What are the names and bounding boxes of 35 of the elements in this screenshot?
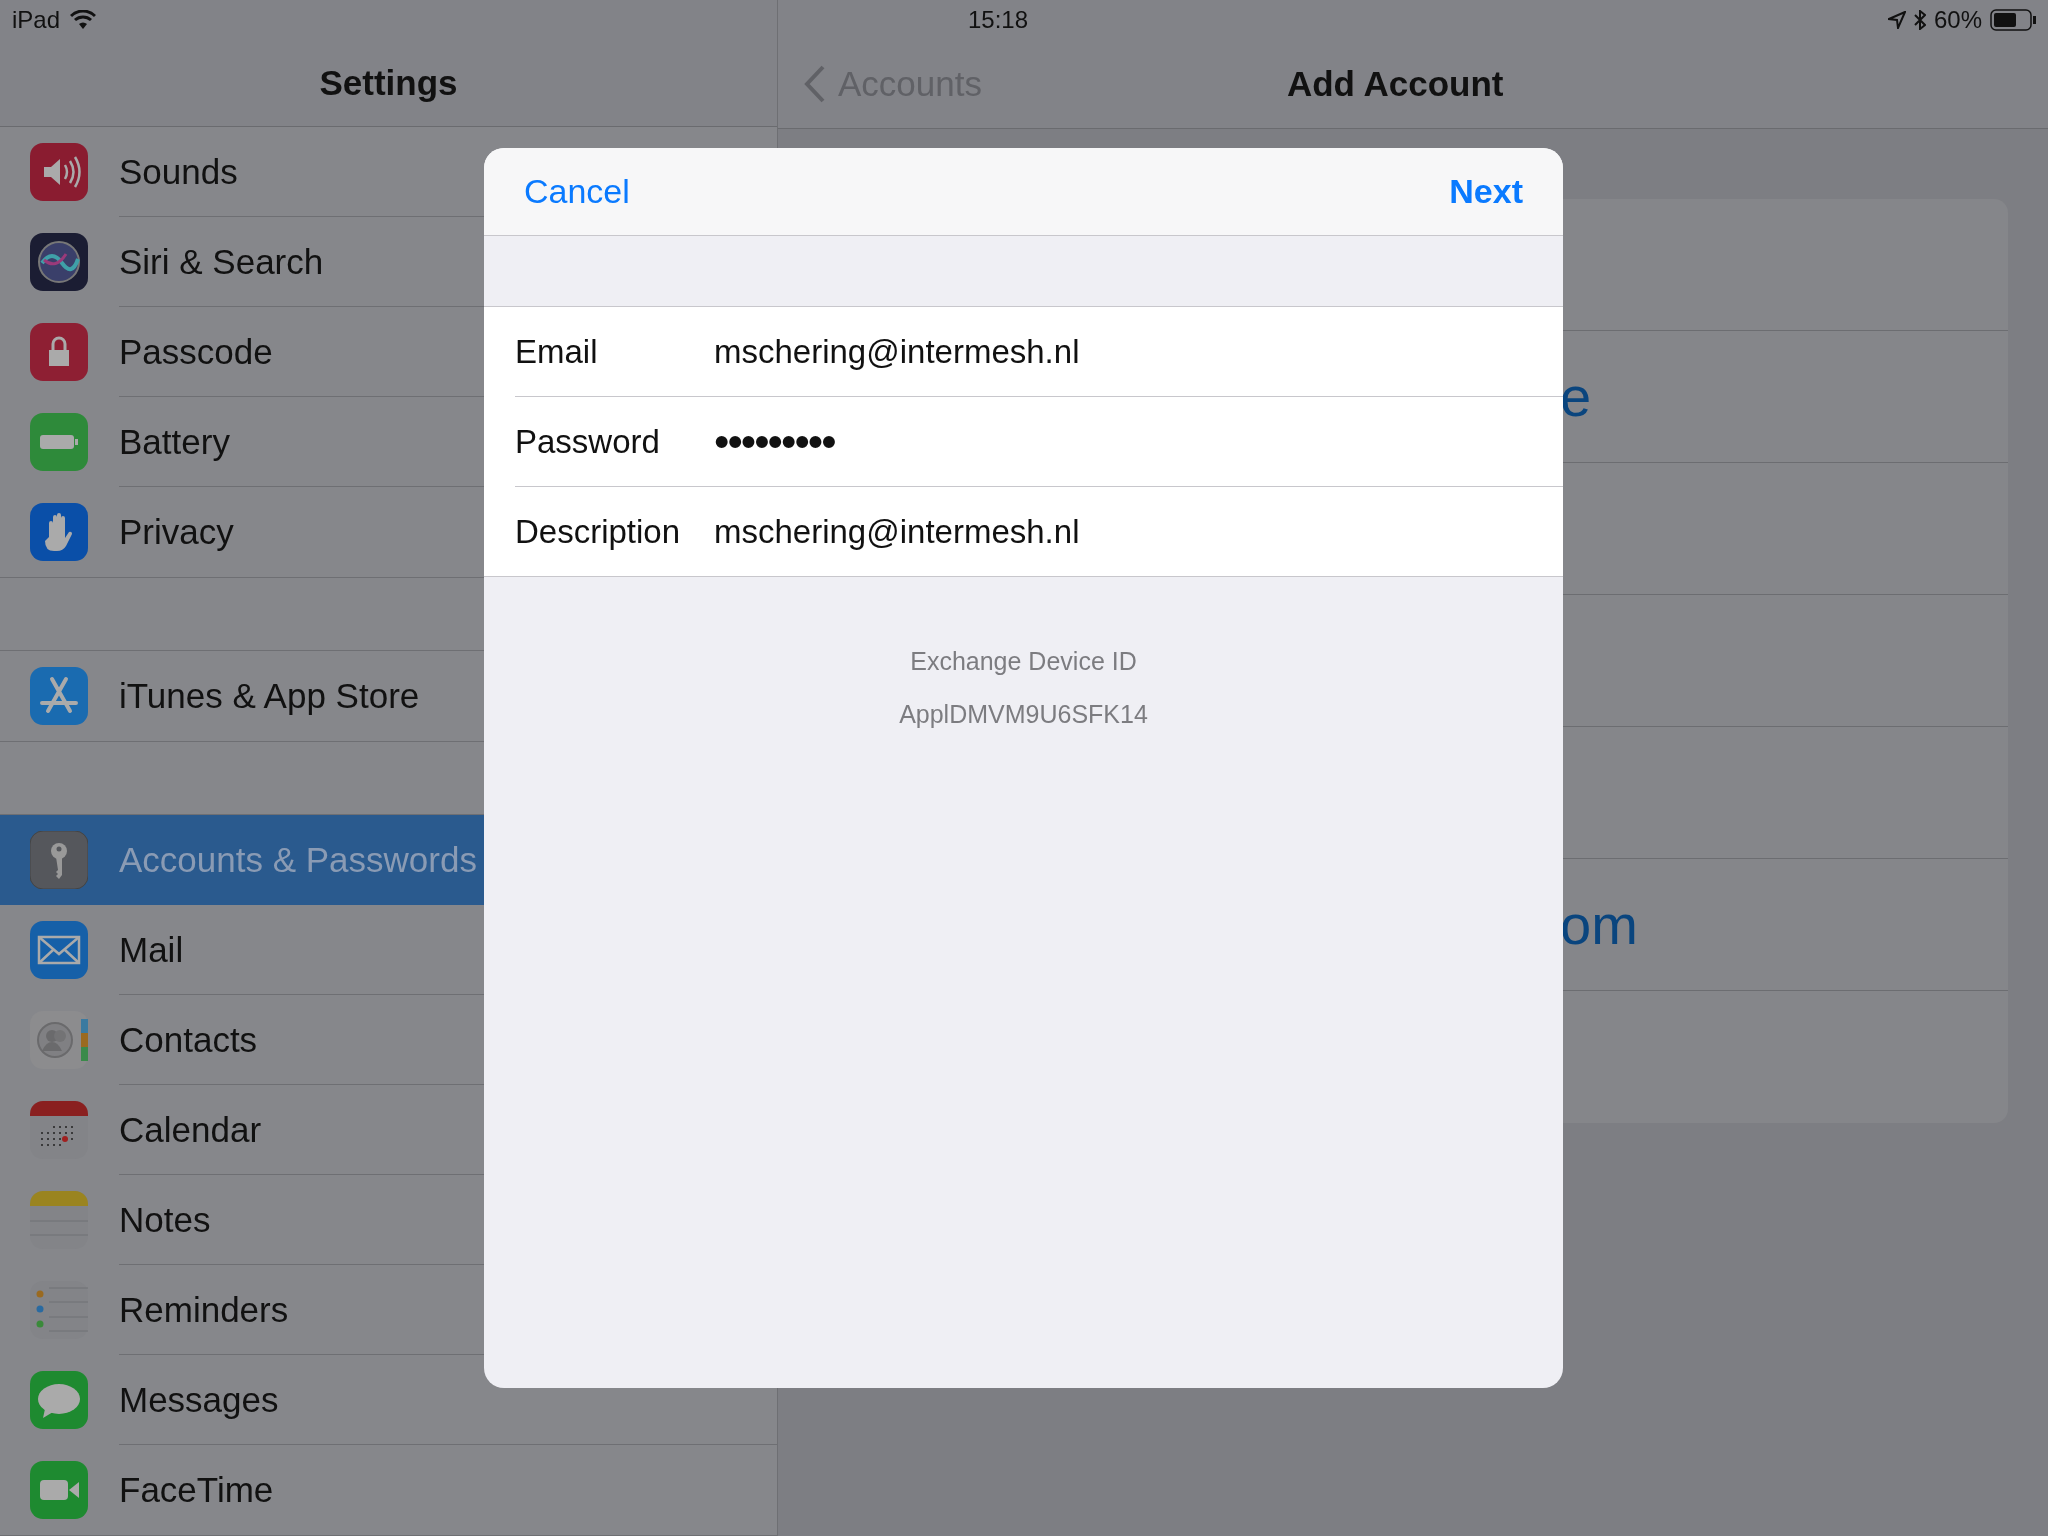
password-field[interactable]: ••••••••• (714, 416, 835, 467)
cancel-button[interactable]: Cancel (524, 172, 630, 211)
video-camera-icon (30, 1461, 88, 1519)
speaker-icon (30, 143, 88, 201)
key-icon (30, 831, 88, 889)
input-field[interactable]: mschering@intermesh.nl (714, 332, 1080, 371)
field-label: Password (515, 422, 661, 461)
field-label: Email (515, 332, 599, 371)
location-arrow-icon (1887, 11, 1906, 29)
bluetooth-icon (1913, 10, 1926, 30)
battery-percent: 60% (1933, 6, 1982, 34)
add-account-title: Add Account (1286, 64, 1504, 104)
chevron-left-icon (804, 65, 826, 103)
speech-bubble-icon (30, 1371, 88, 1429)
status-time: 15:18 (968, 6, 1029, 34)
input-field[interactable]: mschering@intermesh.nl (714, 512, 1080, 551)
settings-row[interactable]: iTunes & App Store (0, 651, 777, 741)
hand-icon (30, 503, 88, 561)
next-button[interactable]: Next (1449, 172, 1523, 211)
settings-title: Settings (319, 63, 458, 103)
footer-text: Exchange Device ID (910, 647, 1137, 676)
footer-text: ApplDMVM9U6SFK14 (899, 700, 1148, 729)
provider-name[interactable]: e (1560, 364, 1592, 429)
provider-name[interactable]: om (1560, 892, 1638, 957)
battery-status-icon (1990, 9, 2036, 31)
battery-icon (30, 413, 88, 471)
lock-icon (30, 323, 88, 381)
contacts-icon (30, 1011, 88, 1069)
siri-icon (30, 233, 88, 291)
field-label: Description (515, 512, 682, 551)
wifi-icon (70, 10, 97, 30)
device-name: iPad (12, 6, 61, 34)
settings-row[interactable]: FaceTime (0, 1445, 777, 1535)
app-store-icon (30, 667, 88, 725)
envelope-icon (30, 921, 88, 979)
